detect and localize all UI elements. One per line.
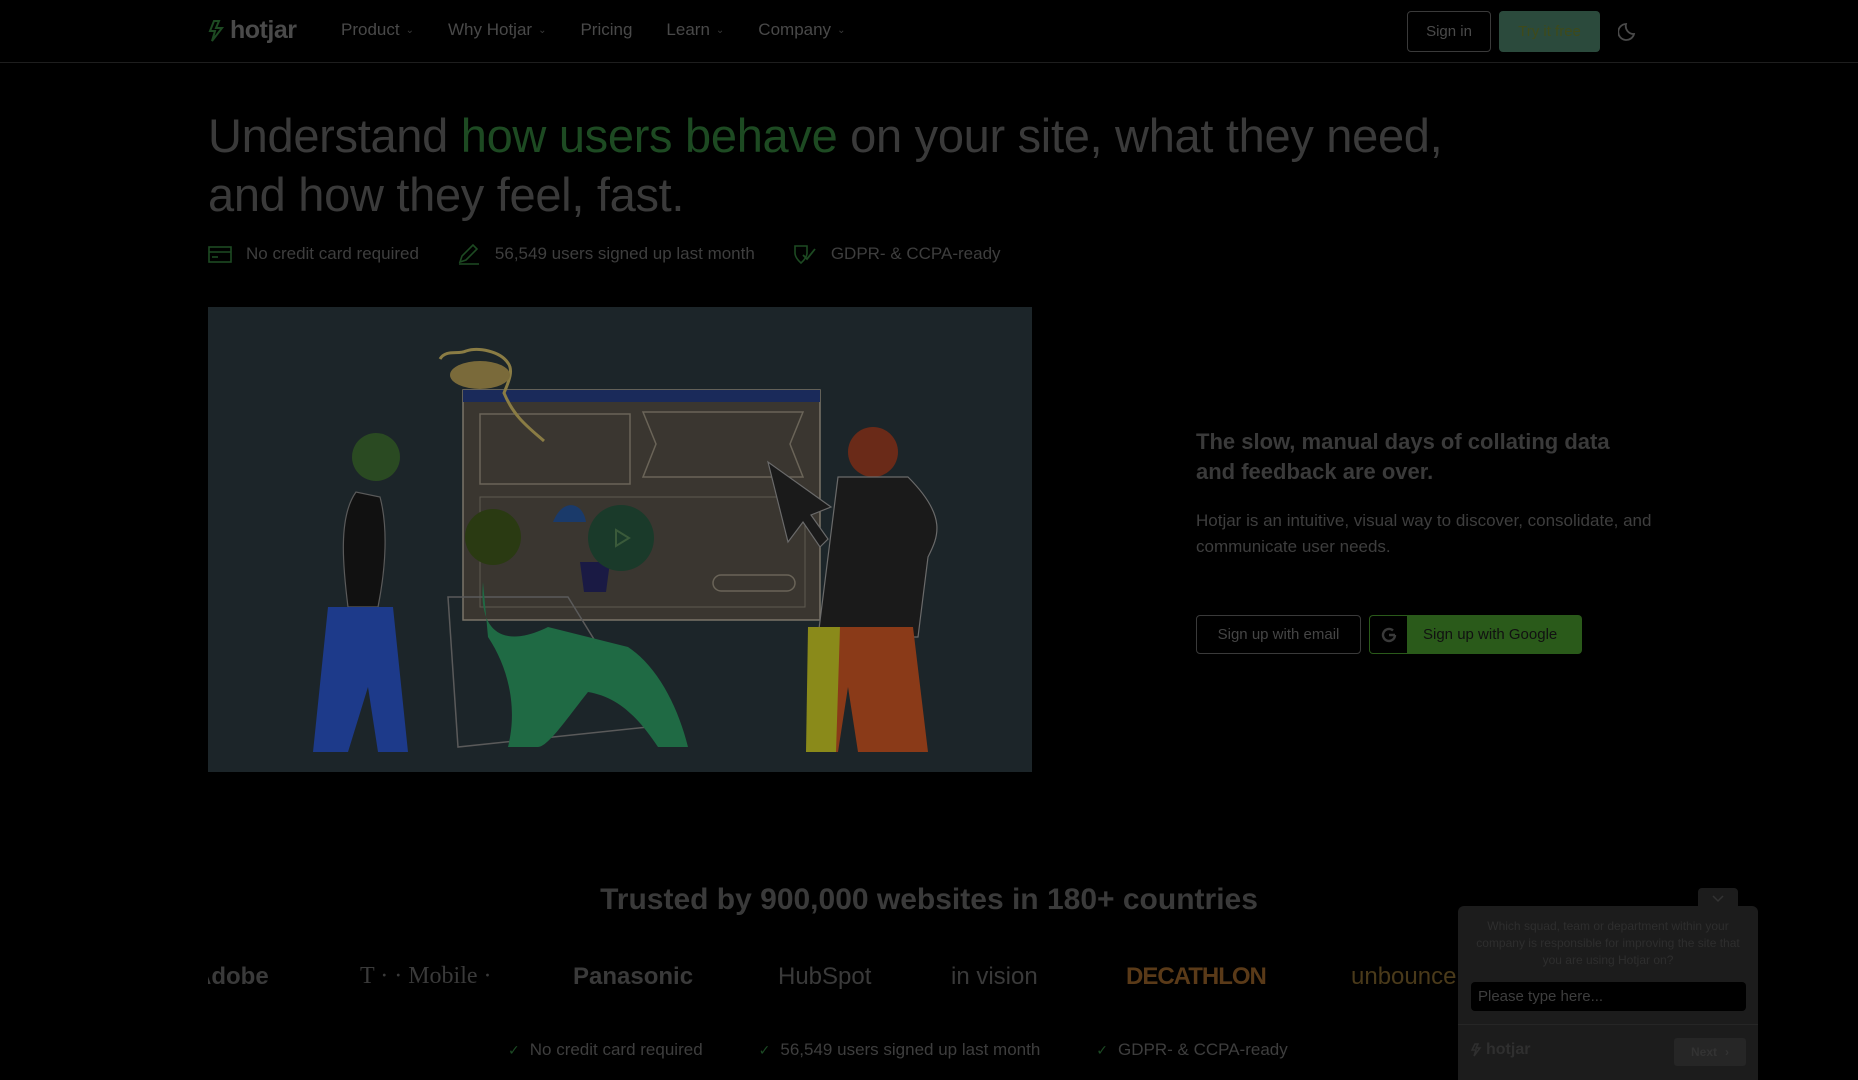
brand-name: hotjar: [230, 16, 297, 44]
survey-next-button[interactable]: Next ›: [1674, 1038, 1746, 1066]
aside-body: Hotjar is an intuitive, visual way to di…: [1196, 511, 1652, 556]
nav-item-label: Learn: [666, 20, 710, 39]
moon-icon[interactable]: [1618, 20, 1640, 42]
nav-item-label: Product: [341, 20, 400, 39]
pencil-icon: [458, 243, 479, 265]
check-icon: ✓: [1096, 1041, 1109, 1058]
try-free-button[interactable]: Try it free: [1499, 11, 1600, 52]
sign-in-button[interactable]: Sign in: [1407, 11, 1491, 52]
feature-no-credit-card: No credit card required: [208, 244, 419, 264]
logo-panasonic: Panasonic: [573, 963, 694, 990]
play-icon: [615, 528, 631, 548]
nav-item-label: Pricing: [580, 20, 633, 39]
bottom-feature-gdpr: ✓ GDPR- & CCPA-ready: [1096, 1040, 1287, 1060]
chevron-down-icon: ⌄: [538, 24, 547, 36]
nav-item-why-hotjar[interactable]: Why Hotjar ⌄: [448, 20, 546, 40]
survey-answer-input[interactable]: [1471, 982, 1746, 1011]
chevron-down-icon: [1712, 895, 1724, 903]
hero-features: No credit card required 56,549 users sig…: [208, 243, 1039, 265]
widget-brand[interactable]: hotjar: [1470, 1041, 1530, 1059]
hero-video[interactable]: [208, 307, 1032, 772]
check-icon: ✓: [758, 1041, 771, 1058]
nav-item-company[interactable]: Company ⌄: [758, 20, 845, 40]
logo-tmobile: T · · Mobile ·: [360, 963, 492, 989]
hotjar-flame-icon: [208, 19, 225, 42]
logo-unbounce: unbounce: [1351, 963, 1456, 990]
google-icon: [1381, 627, 1396, 642]
feature-text: No credit card required: [246, 244, 419, 263]
nav-item-pricing[interactable]: Pricing: [580, 20, 632, 40]
sign-up-email-button[interactable]: Sign up with email: [1196, 615, 1361, 654]
feedback-survey-widget: Which squad, team or department within y…: [1458, 906, 1758, 1080]
feature-gdpr: GDPR- & CCPA-ready: [793, 243, 1001, 265]
check-icon: ✓: [508, 1041, 520, 1058]
feature-text: 56,549 users signed up last month: [494, 244, 755, 263]
chevron-down-icon: ⌄: [837, 24, 846, 36]
hotjar-flame-icon: [1470, 1043, 1482, 1057]
hero-title-start: Understand: [208, 109, 461, 162]
credit-card-icon: [208, 246, 232, 263]
logo-adobe: Adobe: [208, 963, 269, 990]
feature-signups: 56,549 users signed up last month: [457, 243, 755, 265]
next-label: Next: [1690, 1045, 1717, 1059]
google-button-label: Sign up with Google: [1423, 626, 1558, 643]
play-button[interactable]: [588, 505, 654, 571]
feature-text: No credit card required: [529, 1040, 703, 1059]
bottom-feature-no-credit-card: ✓ No credit card required: [508, 1040, 703, 1060]
google-logo: [1370, 616, 1407, 653]
widget-brand-name: hotjar: [1486, 1041, 1531, 1058]
hero-title-accent: how users behave: [460, 109, 838, 162]
logo-invision: in vision: [951, 963, 1038, 990]
chevron-down-icon: ⌄: [715, 24, 725, 36]
top-nav: hotjar Product ⌄ Why Hotjar ⌄ Pricing Le…: [0, 0, 1858, 63]
logo-hubspot: HubSpot: [778, 963, 872, 990]
nav-item-product[interactable]: Product ⌄: [341, 20, 414, 40]
aside-heading: The slow, manual days of collating data …: [1196, 429, 1610, 484]
customer-logos: Adobe T · · Mobile · Panasonic HubSpot i…: [208, 955, 1456, 1005]
shield-check-icon: [794, 245, 816, 265]
nav-item-label: Why Hotjar: [447, 20, 533, 39]
chevron-right-icon: ›: [1725, 1045, 1729, 1059]
nav-item-learn[interactable]: Learn ⌄: [666, 20, 724, 40]
widget-divider: [1458, 1024, 1758, 1025]
feature-text: GDPR- & CCPA-ready: [1118, 1040, 1288, 1059]
survey-question: Which squad, team or department within y…: [1476, 919, 1740, 967]
chevron-down-icon: ⌄: [405, 24, 414, 36]
logo-decathlon: DECATHLON: [1126, 963, 1267, 990]
bottom-feature-signups: ✓ 56,549 users signed up last month: [759, 1040, 1041, 1060]
hotjar-logo[interactable]: hotjar: [207, 16, 297, 45]
hero-title: Understand how users behave on your site…: [208, 106, 1458, 224]
bottom-features: ✓ No credit card required ✓ 56,549 users…: [508, 1040, 1344, 1060]
feature-text: 56,549 users signed up last month: [780, 1040, 1041, 1059]
feature-text: GDPR- & CCPA-ready: [830, 244, 1001, 263]
sign-up-google-button[interactable]: Sign up with Google: [1369, 615, 1582, 654]
main-menu: Product ⌄ Why Hotjar ⌄ Pricing Learn ⌄ C…: [341, 20, 845, 40]
nav-item-label: Company: [758, 20, 832, 39]
